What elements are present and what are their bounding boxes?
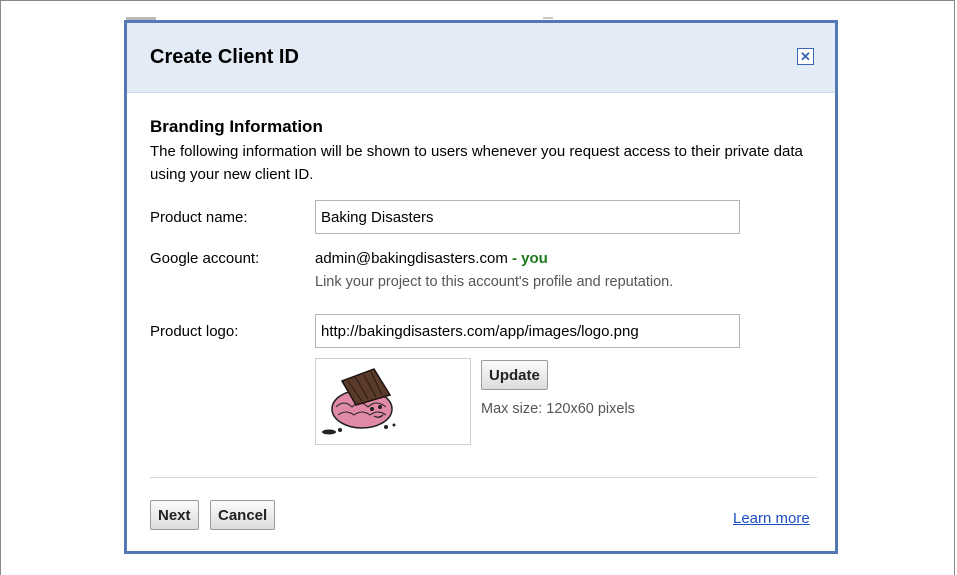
google-account-value: admin@bakingdisasters.com - you [315, 250, 548, 267]
cupcake-logo-image [322, 368, 396, 435]
account-help-text: Link your project to this account's prof… [315, 274, 674, 290]
create-client-id-dialog: Create Client ID ✕ Branding Information … [124, 20, 838, 554]
dialog-title: Create Client ID [150, 46, 299, 68]
divider [150, 477, 817, 478]
branding-heading: Branding Information [150, 117, 323, 136]
product-name-label: Product name: [150, 209, 248, 226]
logo-preview [315, 358, 471, 445]
learn-more-link[interactable]: Learn more [733, 510, 810, 527]
product-name-input[interactable] [315, 200, 740, 234]
max-size-note: Max size: 120x60 pixels [481, 401, 635, 417]
cancel-button[interactable]: Cancel [210, 500, 276, 530]
dialog-titlebar: Create Client ID ✕ [127, 23, 835, 93]
you-badge: - you [511, 250, 548, 267]
google-account-email: admin@bakingdisasters.com [315, 250, 508, 267]
background-fragment [543, 17, 553, 19]
branding-description: The following information will be shown … [150, 143, 803, 183]
update-button[interactable]: Update [481, 360, 548, 390]
product-logo-label: Product logo: [150, 323, 239, 340]
google-account-label: Google account: [150, 250, 260, 267]
close-icon[interactable]: ✕ [797, 48, 814, 65]
product-logo-url-input[interactable] [315, 314, 740, 348]
next-button[interactable]: Next [150, 500, 199, 530]
